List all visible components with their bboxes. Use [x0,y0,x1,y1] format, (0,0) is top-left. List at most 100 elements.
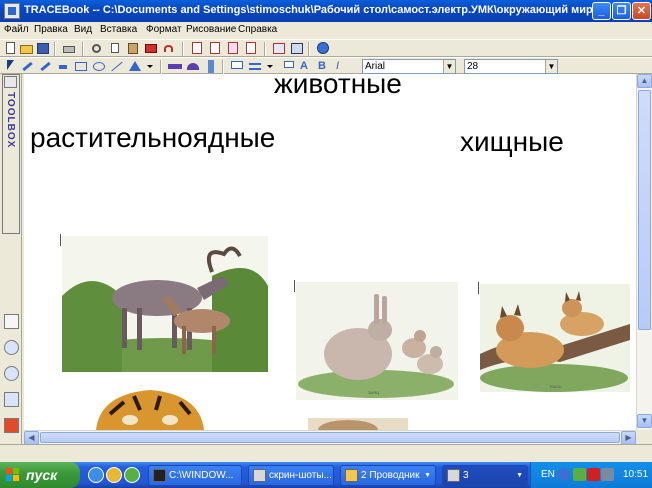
close-button[interactable]: ✕ [632,2,651,20]
tracebook-app-icon[interactable] [4,3,20,19]
scale-icon[interactable] [204,60,218,73]
zoom-out-icon[interactable] [4,340,19,355]
cut-icon[interactable] [90,42,104,55]
pencil-icon[interactable] [20,60,34,73]
line-style-dropdown-icon[interactable] [266,60,274,73]
task-command-prompt[interactable]: C:\WINDOW... [148,465,242,486]
task-tracebook-group[interactable]: 3 ▼ [442,465,528,486]
internet-explorer-icon[interactable] [88,467,104,483]
font-size-dropdown-icon[interactable]: ▼ [545,60,557,73]
scroll-down-button[interactable]: ▼ [637,414,652,428]
page-next-icon[interactable] [208,42,222,55]
save-icon[interactable] [36,42,50,55]
zoom-in-icon[interactable] [4,366,19,381]
ruler-icon[interactable] [168,60,182,73]
toolbox-label: TOOLBOX [5,92,16,149]
system-tray: EN 10:51 [530,462,652,488]
bold-button[interactable]: B [318,60,332,73]
browser-icon[interactable] [124,467,140,483]
moose-picture[interactable] [62,236,268,372]
quick-launch-icon[interactable] [106,467,122,483]
close-toolbox-icon[interactable] [4,418,19,433]
antivirus-icon[interactable] [587,468,600,481]
menu-drawing[interactable]: Рисование [186,24,236,35]
text-color-button[interactable]: A [300,60,314,73]
font-size-select[interactable]: 28 ▼ [464,59,558,74]
menu-view[interactable]: Вид [74,24,92,35]
fill-color-icon[interactable] [230,60,244,73]
menu-format[interactable]: Формат [146,24,182,35]
help-icon[interactable] [316,42,330,55]
rectangle-icon[interactable] [74,60,88,73]
highlighter-icon[interactable] [4,314,19,329]
menu-edit[interactable]: Правка [34,24,68,35]
start-label: пуск [26,467,58,483]
menu-file[interactable]: Файл [4,24,29,35]
page-copy-icon[interactable] [244,42,258,55]
maximize-button[interactable]: ❐ [612,2,631,20]
hare-picture[interactable]: ЗАЯЦ [296,282,458,400]
window-icon[interactable] [4,392,19,407]
new-document-icon[interactable] [4,42,18,55]
eraser-icon[interactable] [56,60,70,73]
vertical-scroll-thumb[interactable] [638,90,651,330]
animal-picture-partial[interactable] [308,418,408,430]
undo-icon[interactable] [162,42,176,55]
open-folder-icon[interactable] [20,42,34,55]
horizontal-scroll-thumb[interactable] [40,432,620,443]
clock: 10:51 [623,469,649,480]
application-window: TRACEBook -- C:\Documents and Settings\s… [0,0,652,462]
font-family-dropdown-icon[interactable]: ▼ [443,60,455,73]
start-button[interactable]: пуск [0,462,80,488]
delete-icon[interactable] [144,42,158,55]
font-family-select[interactable]: Arial ▼ [362,59,456,74]
hare-caption: ЗАЯЦ [368,390,379,395]
grid-icon[interactable] [272,42,286,55]
menu-bar: Файл Правка Вид Вставка Формат Рисование… [0,22,652,39]
toolbox-logo-icon[interactable] [4,76,17,88]
task-label: 2 Проводник [361,470,420,481]
page-canvas[interactable]: животные растительноядные хищные ЗАЯЦ РЫ… [24,74,636,430]
toolbox-panel: TOOLBOX [0,74,22,444]
scroll-right-button[interactable]: ▶ [621,431,636,445]
monitor-icon[interactable] [601,468,614,481]
tiger-picture[interactable] [90,384,210,430]
pointer-icon[interactable] [4,60,18,73]
task-label: 3 [463,470,469,481]
polygon-icon[interactable] [128,60,142,73]
scroll-left-button[interactable]: ◀ [24,431,39,445]
task-screenshots[interactable]: скрин-шоты... [248,465,334,486]
label-predators[interactable]: хищные [460,126,564,158]
horizontal-scrollbar[interactable]: ◀ ▶ [24,430,636,445]
screen-icon[interactable] [290,42,304,55]
label-herbivores[interactable]: растительноядные [30,122,275,154]
window-title: TRACEBook -- C:\Documents and Settings\s… [24,4,592,16]
title-bar[interactable]: TRACEBook -- C:\Documents and Settings\s… [0,0,652,22]
arrow-style-icon[interactable] [282,60,296,73]
page-icon[interactable] [190,42,204,55]
network-icon[interactable] [573,468,586,481]
brush-icon[interactable] [38,60,52,73]
copy-icon[interactable] [108,42,122,55]
task-explorer-group[interactable]: 2 Проводник ▼ [340,465,436,486]
lynx-picture[interactable]: РЫСЬ [480,284,630,392]
language-indicator[interactable]: EN [541,469,555,480]
vertical-scrollbar[interactable]: ▲ ▼ [636,74,652,430]
heading-animals[interactable]: животные [274,74,402,100]
font-size-value: 28 [467,61,479,72]
paste-icon[interactable] [126,42,140,55]
minimize-button[interactable]: _ [592,2,611,20]
ellipse-icon[interactable] [92,60,106,73]
line-icon[interactable] [110,60,124,73]
line-style-icon[interactable] [248,60,262,73]
scroll-up-button[interactable]: ▲ [637,74,652,88]
protractor-icon[interactable] [186,60,200,73]
polygon-dropdown-icon[interactable] [146,60,154,73]
status-bar [0,444,652,462]
italic-button[interactable]: I [336,60,350,73]
page-insert-icon[interactable] [226,42,240,55]
print-icon[interactable] [62,42,76,55]
menu-help[interactable]: Справка [238,24,277,35]
menu-insert[interactable]: Вставка [100,24,137,35]
tray-expand-icon[interactable] [557,468,570,481]
